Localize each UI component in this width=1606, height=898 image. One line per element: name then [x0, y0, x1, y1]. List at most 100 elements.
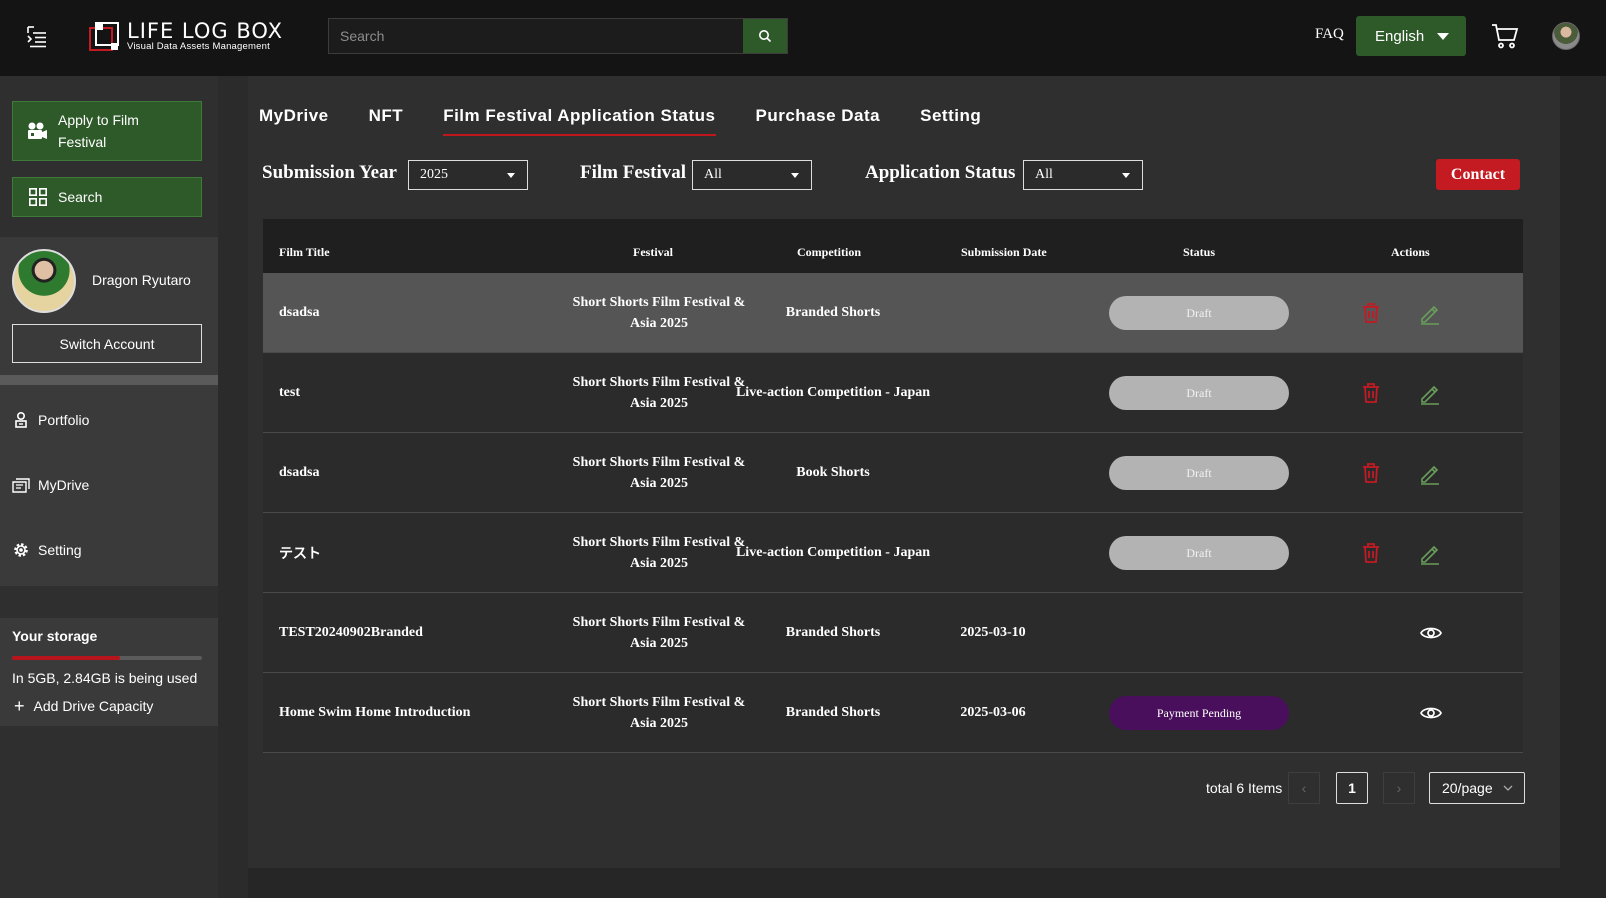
application-status-value: All	[1035, 167, 1053, 182]
view-icon[interactable]	[1419, 621, 1443, 645]
sidebar-item-label: Setting	[38, 542, 82, 558]
add-drive-capacity-link[interactable]: + Add Drive Capacity	[14, 697, 153, 715]
main-panel: MyDrive NFT Film Festival Application St…	[248, 76, 1560, 868]
search-button[interactable]	[743, 19, 787, 53]
main-bottom-band	[248, 868, 1560, 898]
apply-film-festival-button[interactable]: Apply to Film Festival	[12, 101, 202, 161]
table-row[interactable]: TEST20240902Branded Short Shorts Film Fes…	[263, 593, 1523, 673]
film-title-cell: dsadsa	[279, 464, 320, 480]
edit-icon[interactable]	[1418, 381, 1442, 405]
header-film-title: Film Title	[279, 245, 330, 259]
chevron-down-icon	[1503, 785, 1513, 791]
sidebar-item-portfolio[interactable]: Portfolio	[0, 400, 218, 440]
storage-progress-bar	[12, 656, 202, 660]
submission-date-cell: 2025-03-06	[960, 704, 1026, 720]
delete-icon[interactable]	[1359, 541, 1383, 565]
gear-icon	[14, 543, 28, 557]
sidebar: Apply to Film Festival Search Dragon Ryu…	[0, 76, 218, 898]
competition-cell: Book Shorts	[796, 465, 870, 480]
page-size-select[interactable]: 20/page	[1429, 772, 1525, 804]
table-row[interactable]: test Short Shorts Film Festival & Asia 20…	[263, 353, 1523, 433]
submission-date-cell	[943, 353, 1043, 432]
language-select[interactable]: English	[1356, 16, 1466, 56]
tab-setting[interactable]: Setting	[920, 106, 981, 136]
status-badge: Draft	[1109, 456, 1289, 490]
edit-icon[interactable]	[1418, 301, 1442, 325]
festival-cell: Short Shorts Film Festival & Asia 2025	[572, 454, 746, 491]
submission-year-select[interactable]: 2025	[408, 160, 528, 190]
tab-nft[interactable]: NFT	[369, 106, 404, 136]
section-divider	[0, 375, 218, 391]
submission-date-cell: 2025-03-10	[960, 624, 1026, 640]
storage-panel: Your storage In 5GB, 2.84GB is being use…	[0, 618, 218, 726]
chevron-down-icon	[1437, 33, 1449, 40]
table-row[interactable]: dsadsa Short Shorts Film Festival & Asia …	[263, 433, 1523, 513]
film-title-cell: dsadsa	[279, 304, 320, 320]
competition-cell: Live-action Competition - Japan	[735, 385, 931, 400]
sidebar-nav: Portfolio MyDrive Setting	[0, 385, 218, 586]
festival-cell: Short Shorts Film Festival & Asia 2025	[572, 374, 746, 411]
application-status-label: Application Status	[865, 162, 1016, 183]
cart-icon[interactable]	[1490, 22, 1520, 50]
film-festival-select[interactable]: All	[692, 160, 812, 190]
competition-cell: Branded Shorts	[785, 305, 881, 320]
tab-mydrive[interactable]: MyDrive	[259, 106, 329, 136]
festival-cell: Short Shorts Film Festival & Asia 2025	[572, 614, 746, 651]
switch-account-button[interactable]: Switch Account	[12, 324, 202, 363]
edit-icon[interactable]	[1418, 461, 1442, 485]
sidebar-item-mydrive[interactable]: MyDrive	[0, 465, 218, 505]
table-row[interactable]: dsadsa Short Shorts Film Festival & Asia …	[263, 273, 1523, 353]
table-body: dsadsa Short Shorts Film Festival & Asia …	[263, 273, 1523, 753]
table-row[interactable]: Home Swim Home Introduction Short Shorts …	[263, 673, 1523, 753]
header-actions: Actions	[1391, 245, 1430, 259]
sidebar-item-label: MyDrive	[38, 477, 90, 493]
film-title-cell: Home Swim Home Introduction	[279, 704, 471, 720]
search-input[interactable]	[329, 19, 743, 53]
delete-icon[interactable]	[1359, 301, 1383, 325]
right-gutter	[1560, 76, 1606, 898]
sidebar-search-button[interactable]: Search	[12, 177, 202, 217]
status-badge: Payment Pending	[1109, 696, 1289, 730]
festival-cell: Short Shorts Film Festival & Asia 2025	[572, 694, 746, 731]
portfolio-icon	[15, 411, 27, 428]
festival-cell: Short Shorts Film Festival & Asia 2025	[572, 534, 746, 571]
prev-page-button[interactable]: ‹	[1288, 772, 1320, 804]
faq-link[interactable]: FAQ	[1315, 26, 1344, 43]
film-festival-label: Film Festival	[580, 162, 687, 183]
delete-icon[interactable]	[1359, 461, 1383, 485]
tab-purchase-data[interactable]: Purchase Data	[756, 106, 881, 136]
chevron-down-icon	[507, 173, 515, 178]
sidebar-item-setting[interactable]: Setting	[0, 530, 218, 570]
chevron-right-icon: ›	[1396, 780, 1402, 796]
chevron-down-icon	[1122, 173, 1130, 178]
top-header: LIFE LOG BOX Visual Data Assets Manageme…	[0, 0, 1606, 76]
menu-toggle-icon[interactable]	[24, 24, 50, 50]
apply-film-festival-label: Apply to Film Festival	[58, 112, 139, 150]
table-row[interactable]: テスト Short Shorts Film Festival & Asia 202…	[263, 513, 1523, 593]
header-search	[328, 18, 788, 54]
view-icon[interactable]	[1419, 701, 1443, 725]
storage-progress-fill	[12, 656, 120, 660]
next-page-button[interactable]: ›	[1383, 772, 1415, 804]
status-badge: Draft	[1109, 376, 1289, 410]
page-size-value: 20/page	[1442, 780, 1493, 796]
contact-button[interactable]: Contact	[1436, 159, 1520, 190]
total-items: total 6 Items	[1206, 780, 1283, 796]
main-tabs: MyDrive NFT Film Festival Application St…	[259, 106, 1021, 136]
edit-icon[interactable]	[1418, 541, 1442, 565]
page-number-current[interactable]: 1	[1336, 772, 1368, 804]
delete-icon[interactable]	[1359, 381, 1383, 405]
application-status-select[interactable]: All	[1023, 160, 1143, 190]
logo[interactable]: LIFE LOG BOX Visual Data Assets Manageme…	[89, 20, 283, 54]
storage-usage-text: In 5GB, 2.84GB is being used	[12, 670, 198, 686]
profile-avatar	[12, 249, 76, 313]
grid-icon	[29, 188, 47, 206]
logo-subtitle: Visual Data Assets Management	[127, 41, 270, 52]
header-submission-date: Submission Date	[961, 245, 1047, 259]
tab-film-festival-application-status[interactable]: Film Festival Application Status	[443, 106, 716, 136]
status-badge: Draft	[1109, 536, 1289, 570]
user-avatar[interactable]	[1552, 22, 1580, 50]
submission-date-cell	[943, 513, 1043, 592]
storage-title: Your storage	[12, 628, 98, 644]
profile-block: Dragon Ryutaro Switch Account	[0, 237, 218, 379]
